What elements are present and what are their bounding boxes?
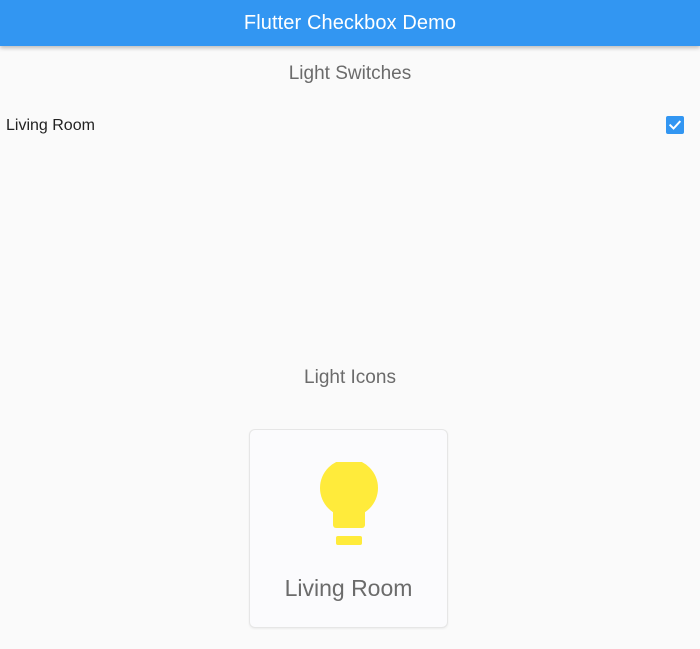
- light-switches-heading: Light Switches: [288, 63, 412, 84]
- switch-label: Living Room: [6, 117, 95, 134]
- app-bar: Flutter Checkbox Demo: [0, 0, 700, 46]
- living-room-checkbox[interactable]: [666, 116, 684, 134]
- light-icons-heading: Light Icons: [304, 367, 396, 388]
- switch-row-living-room[interactable]: Living Room: [0, 110, 700, 142]
- app-title: Flutter Checkbox Demo: [243, 11, 457, 34]
- light-card-label: Living Room: [284, 575, 413, 601]
- checkmark-icon: [668, 120, 682, 130]
- light-card-living-room[interactable]: Living Room: [249, 429, 448, 628]
- lightbulb-icon: [320, 462, 378, 545]
